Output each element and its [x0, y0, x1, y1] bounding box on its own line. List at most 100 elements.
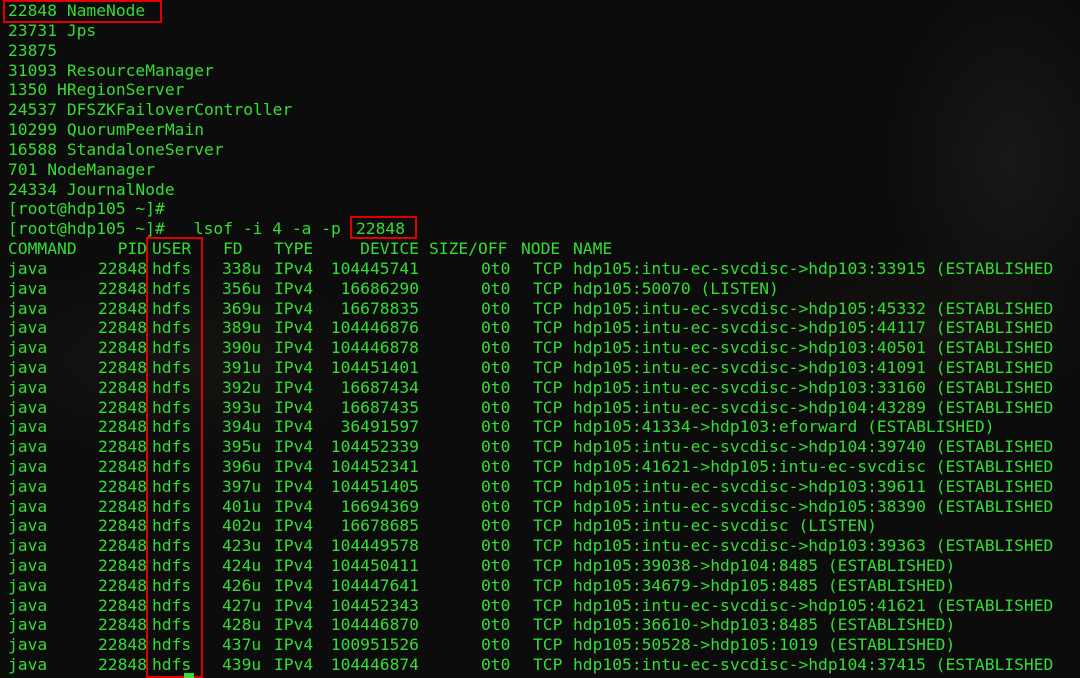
row-type: IPv4 — [274, 318, 314, 338]
row-fd: 392u — [222, 377, 262, 397]
row-type: IPv4 — [274, 417, 314, 437]
row-command: java — [8, 437, 48, 457]
row-command: java — [8, 595, 48, 615]
row-node: TCP — [533, 377, 563, 397]
row-size: 0t0 — [481, 556, 511, 575]
row-type: IPv4 — [274, 635, 314, 655]
row-node: TCP — [533, 635, 563, 655]
row-name: hdp105:34679->hdp105:8485 (ESTABLISHED) — [573, 575, 956, 595]
row-node: TCP — [533, 536, 563, 556]
row-node: TCP — [533, 556, 563, 575]
row-size: 0t0 — [481, 575, 511, 595]
row-size: 0t0 — [481, 259, 511, 278]
cursor — [184, 673, 194, 678]
row-pid: 22848 — [97, 318, 147, 338]
row-fd: 393u — [222, 397, 262, 417]
command-prompt: [root@hdp105 ~]# — [8, 219, 165, 238]
row-name: hdp105:36610->hdp103:8485 (ESTABLISHED) — [573, 615, 956, 635]
row-fd: 389u — [222, 318, 262, 338]
row-fd: 428u — [222, 615, 262, 635]
row-device: 16687434 — [340, 377, 419, 397]
row-device: 104452339 — [330, 437, 419, 457]
jps-line: 23731 Jps — [8, 21, 97, 40]
row-device: 36491597 — [340, 417, 419, 437]
row-name: hdp105:41334->hdp103:eforward (ESTABLISH… — [573, 417, 995, 437]
terminal-window[interactable]: 22848 NameNode 23731 Jps 23875 31093 Res… — [0, 0, 1080, 678]
header-name: NAME — [573, 239, 613, 258]
row-command: java — [8, 318, 48, 338]
row-device: 104449578 — [330, 536, 419, 556]
row-type: IPv4 — [274, 298, 314, 318]
row-size: 0t0 — [481, 595, 511, 615]
row-pid: 22848 — [97, 278, 147, 298]
row-command: java — [8, 358, 48, 377]
shell-prompt: [root@hdp105 ~]# — [8, 199, 165, 218]
row-pid: 22848 — [97, 437, 147, 457]
row-command: java — [8, 397, 48, 417]
row-pid: 22848 — [97, 655, 147, 674]
row-pid: 22848 — [97, 417, 147, 437]
row-type: IPv4 — [274, 655, 314, 674]
row-command: java — [8, 417, 48, 437]
row-device: 104445741 — [330, 259, 419, 278]
row-device: 16694369 — [340, 496, 419, 516]
header-pid: PID — [117, 239, 147, 258]
row-fd: 391u — [222, 358, 262, 377]
jps-line: 16588 StandaloneServer — [8, 140, 224, 159]
row-fd: 395u — [222, 437, 262, 457]
row-name: hdp105:39038->hdp104:8485 (ESTABLISHED) — [573, 556, 956, 575]
row-pid: 22848 — [97, 496, 147, 516]
row-fd: 338u — [222, 259, 262, 278]
row-fd: 423u — [222, 536, 262, 556]
row-type: IPv4 — [274, 437, 314, 457]
row-size: 0t0 — [481, 516, 511, 536]
row-fd: 394u — [222, 417, 262, 437]
row-node: TCP — [533, 298, 563, 318]
row-command: java — [8, 635, 48, 655]
row-size: 0t0 — [481, 635, 511, 655]
row-type: IPv4 — [274, 516, 314, 536]
row-fd: 356u — [222, 278, 262, 298]
row-size: 0t0 — [481, 496, 511, 516]
row-node: TCP — [533, 259, 563, 278]
row-command: java — [8, 655, 48, 674]
row-pid: 22848 — [97, 457, 147, 476]
jps-line: 31093 ResourceManager — [8, 61, 214, 80]
row-fd: 402u — [222, 516, 262, 536]
row-pid: 22848 — [97, 556, 147, 575]
row-node: TCP — [533, 358, 563, 377]
row-fd: 397u — [222, 476, 262, 496]
row-device: 104452343 — [330, 595, 419, 615]
row-name: hdp105:intu-ec-svcdisc->hdp104:43289 (ES… — [573, 397, 1054, 417]
row-fd: 401u — [222, 496, 262, 516]
highlight-namenode — [3, 0, 162, 23]
row-command: java — [8, 259, 48, 278]
row-size: 0t0 — [481, 338, 511, 358]
row-size: 0t0 — [481, 278, 511, 298]
row-pid: 22848 — [97, 615, 147, 635]
row-type: IPv4 — [274, 595, 314, 615]
header-type: TYPE — [274, 239, 314, 258]
row-node: TCP — [533, 595, 563, 615]
row-size: 0t0 — [481, 655, 511, 674]
jps-line: 701 NodeManager — [8, 160, 156, 179]
row-name: hdp105:intu-ec-svcdisc->hdp103:33915 (ES… — [573, 259, 1054, 278]
row-type: IPv4 — [274, 278, 314, 298]
row-size: 0t0 — [481, 318, 511, 338]
command-text: lsof -i 4 -a -p — [184, 219, 341, 238]
row-pid: 22848 — [97, 377, 147, 397]
row-type: IPv4 — [274, 338, 314, 358]
row-device: 16687435 — [340, 397, 419, 417]
jps-line: 24334 JournalNode — [8, 180, 175, 199]
row-command: java — [8, 556, 48, 575]
row-name: hdp105:intu-ec-svcdisc->hdp103:40501 (ES… — [573, 338, 1054, 358]
row-device: 104446870 — [330, 615, 419, 635]
row-command: java — [8, 476, 48, 496]
row-node: TCP — [533, 397, 563, 417]
row-pid: 22848 — [97, 516, 147, 536]
row-device: 16686290 — [340, 278, 419, 298]
row-pid: 22848 — [97, 338, 147, 358]
row-node: TCP — [533, 476, 563, 496]
header-fd: FD — [223, 239, 243, 258]
highlight-user-column — [146, 237, 203, 678]
